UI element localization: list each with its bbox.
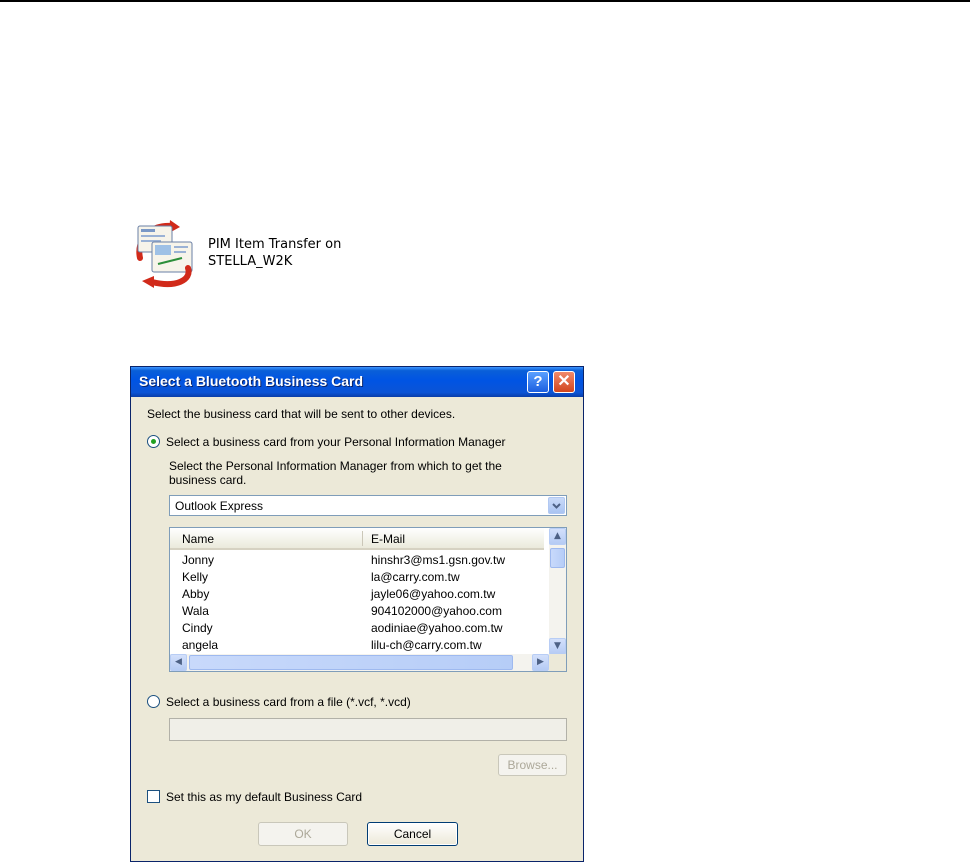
pim-prompt-line1: Select the Personal Information Manager … <box>169 459 502 473</box>
scroll-down-icon[interactable]: ▼ <box>549 638 566 655</box>
pim-radio-label[interactable]: Select a business card from your Persona… <box>166 435 506 449</box>
list-header: Name E-Mail <box>170 528 544 550</box>
shortcut-label-line1: PIM Item Transfer on <box>208 237 342 252</box>
browse-button[interactable]: Browse... <box>498 754 567 776</box>
default-card-label[interactable]: Set this as my default Business Card <box>166 790 362 804</box>
pim-radio[interactable] <box>147 435 160 448</box>
shortcut-label: PIM Item Transfer on STELLA_W2K <box>208 236 378 270</box>
chevron-down-icon[interactable] <box>548 497 565 514</box>
contact-email: jayle06@yahoo.com.tw <box>371 587 496 601</box>
scrollbar-corner <box>549 654 566 671</box>
scroll-left-icon[interactable]: ◀ <box>170 654 187 671</box>
column-header-email[interactable]: E-Mail <box>371 532 405 546</box>
vertical-scroll-thumb[interactable] <box>550 548 565 568</box>
contact-name: Abby <box>182 587 210 601</box>
horizontal-scroll-thumb[interactable] <box>189 655 513 670</box>
contact-list[interactable]: Name E-Mail Jonny hinshr3@ms1.gsn.gov.tw… <box>169 527 567 672</box>
scroll-right-icon[interactable]: ▶ <box>532 654 549 671</box>
table-row[interactable]: angela lilu-ch@carry.com.tw <box>170 637 544 654</box>
column-separator[interactable] <box>362 531 363 546</box>
contact-email: 904102000@yahoo.com <box>371 604 502 618</box>
pim-select-value: Outlook Express <box>175 499 264 513</box>
intro-text: Select the business card that will be se… <box>147 407 456 421</box>
shortcut-label-line2: STELLA_W2K <box>208 254 293 269</box>
table-row[interactable]: Wala 904102000@yahoo.com <box>170 603 544 620</box>
select-business-card-dialog: Select a Bluetooth Business Card ? ✕ Sel… <box>130 366 584 862</box>
pim-transfer-shortcut[interactable]: PIM Item Transfer on STELLA_W2K <box>130 218 380 288</box>
contact-name: angela <box>182 638 219 652</box>
column-header-name[interactable]: Name <box>182 532 214 546</box>
contact-name: Cindy <box>182 621 213 635</box>
contact-email: la@carry.com.tw <box>371 570 460 584</box>
file-path-input[interactable] <box>169 718 567 741</box>
cancel-button[interactable]: Cancel <box>367 822 458 846</box>
radio-selected-dot <box>151 439 156 444</box>
pim-select[interactable]: Outlook Express <box>169 495 567 516</box>
default-card-checkbox[interactable] <box>147 790 160 803</box>
pim-prompt-line2: business card. <box>169 473 247 487</box>
file-radio-label[interactable]: Select a business card from a file (*.vc… <box>166 695 411 709</box>
contact-name: Kelly <box>182 570 209 584</box>
table-row[interactable]: Cindy aodiniae@yahoo.com.tw <box>170 620 544 637</box>
contact-name: Jonny <box>182 553 215 567</box>
dialog-title: Select a Bluetooth Business Card <box>139 373 364 389</box>
contact-email: aodiniae@yahoo.com.tw <box>371 621 503 635</box>
top-rule <box>0 0 970 2</box>
table-row[interactable]: Kelly la@carry.com.tw <box>170 569 544 586</box>
vertical-scrollbar[interactable]: ▲ ▼ <box>549 528 566 655</box>
file-radio[interactable] <box>147 695 160 708</box>
dialog-titlebar[interactable]: Select a Bluetooth Business Card ? ✕ <box>131 367 583 397</box>
help-button[interactable]: ? <box>527 371 549 393</box>
contact-email: hinshr3@ms1.gsn.gov.tw <box>371 553 506 567</box>
scroll-up-icon[interactable]: ▲ <box>549 528 566 545</box>
horizontal-scrollbar[interactable]: ◀ ▶ <box>170 654 550 671</box>
table-row[interactable]: Jonny hinshr3@ms1.gsn.gov.tw <box>170 552 544 569</box>
contact-email: lilu-ch@carry.com.tw <box>371 638 482 652</box>
business-card-transfer-icon <box>136 220 193 288</box>
contact-name: Wala <box>182 604 209 618</box>
ok-button[interactable]: OK <box>258 822 348 846</box>
close-button[interactable]: ✕ <box>553 371 575 393</box>
table-row[interactable]: Abby jayle06@yahoo.com.tw <box>170 586 544 603</box>
